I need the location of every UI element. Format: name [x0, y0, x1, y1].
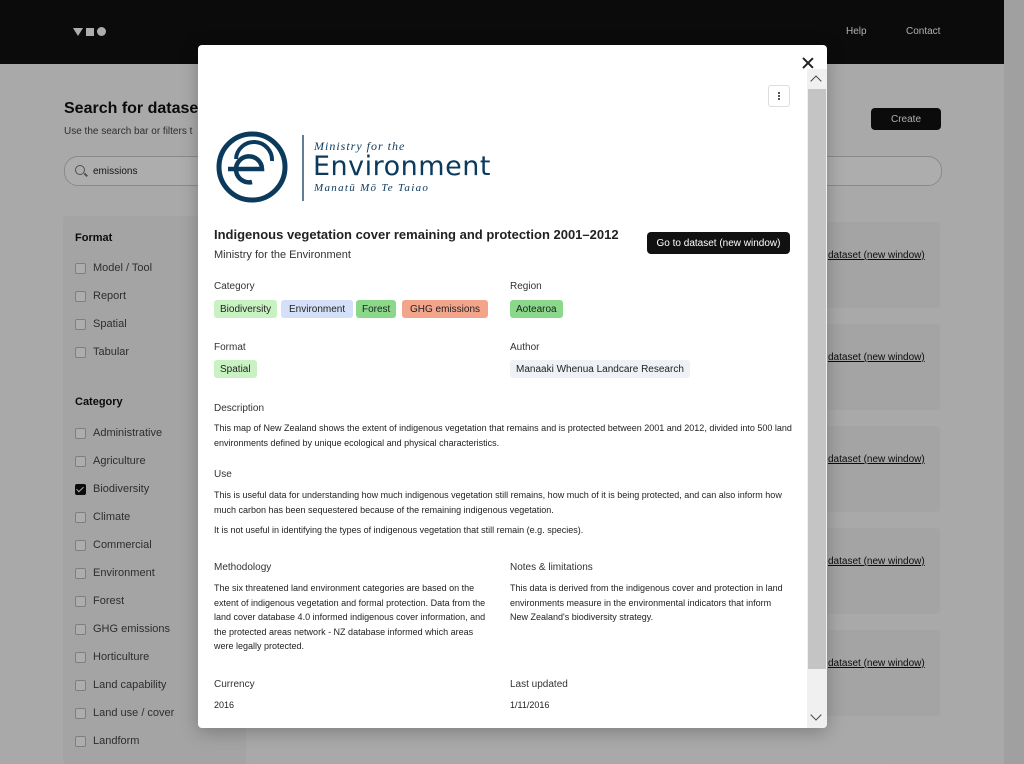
category-label: Category: [214, 281, 255, 292]
methodology-label: Methodology: [214, 562, 272, 573]
description-text: This map of New Zealand shows the extent…: [214, 423, 792, 448]
go-to-dataset-button[interactable]: Go to dataset (new window): [647, 232, 790, 254]
dataset-title: Indigenous vegetation cover remaining an…: [214, 227, 619, 242]
logo-line-3: Manatū Mō Te Taiao: [314, 182, 430, 194]
more-options-button[interactable]: [768, 85, 790, 107]
kebab-menu-icon: [778, 95, 780, 97]
scrollbar-thumb[interactable]: [808, 89, 826, 669]
region-tag: Aotearoa: [510, 300, 563, 318]
currency-label: Currency: [214, 679, 255, 690]
format-tag: Spatial: [214, 360, 257, 378]
methodology-text: The six threatened land environment cate…: [214, 583, 486, 651]
category-tag-environment: Environment: [281, 300, 354, 318]
currency-value: 2016: [214, 700, 235, 710]
description-label: Description: [214, 403, 265, 414]
logo-line-2: Environment: [313, 151, 491, 182]
use-limitation-text: It is not useful in identifying the type…: [214, 525, 584, 535]
last-updated-label: Last updated: [510, 679, 568, 690]
use-label: Use: [214, 469, 232, 480]
scroll-up-icon[interactable]: [810, 75, 822, 87]
author-tag: Manaaki Whenua Landcare Research: [510, 360, 690, 378]
use-text: This is useful data for understanding ho…: [214, 490, 782, 515]
notes-label: Notes & limitations: [510, 562, 593, 573]
author-label: Author: [510, 342, 540, 353]
notes-text: This data is derived from the indigenous…: [510, 583, 783, 622]
modal-scrollbar[interactable]: [807, 69, 827, 728]
last-updated-value: 1/11/2016: [510, 700, 550, 710]
dataset-detail-modal: Ministry for the Environment Manatū Mō T…: [198, 45, 827, 728]
dataset-publisher: Ministry for the Environment: [214, 249, 351, 261]
format-label: Format: [214, 342, 246, 353]
category-tag-ghg-emissions: GHG emissions: [402, 300, 489, 318]
region-label: Region: [510, 281, 542, 292]
category-tag-biodiversity: Biodiversity: [214, 300, 278, 318]
scroll-down-icon[interactable]: [810, 709, 822, 721]
category-tag-forest: Forest: [356, 300, 397, 318]
